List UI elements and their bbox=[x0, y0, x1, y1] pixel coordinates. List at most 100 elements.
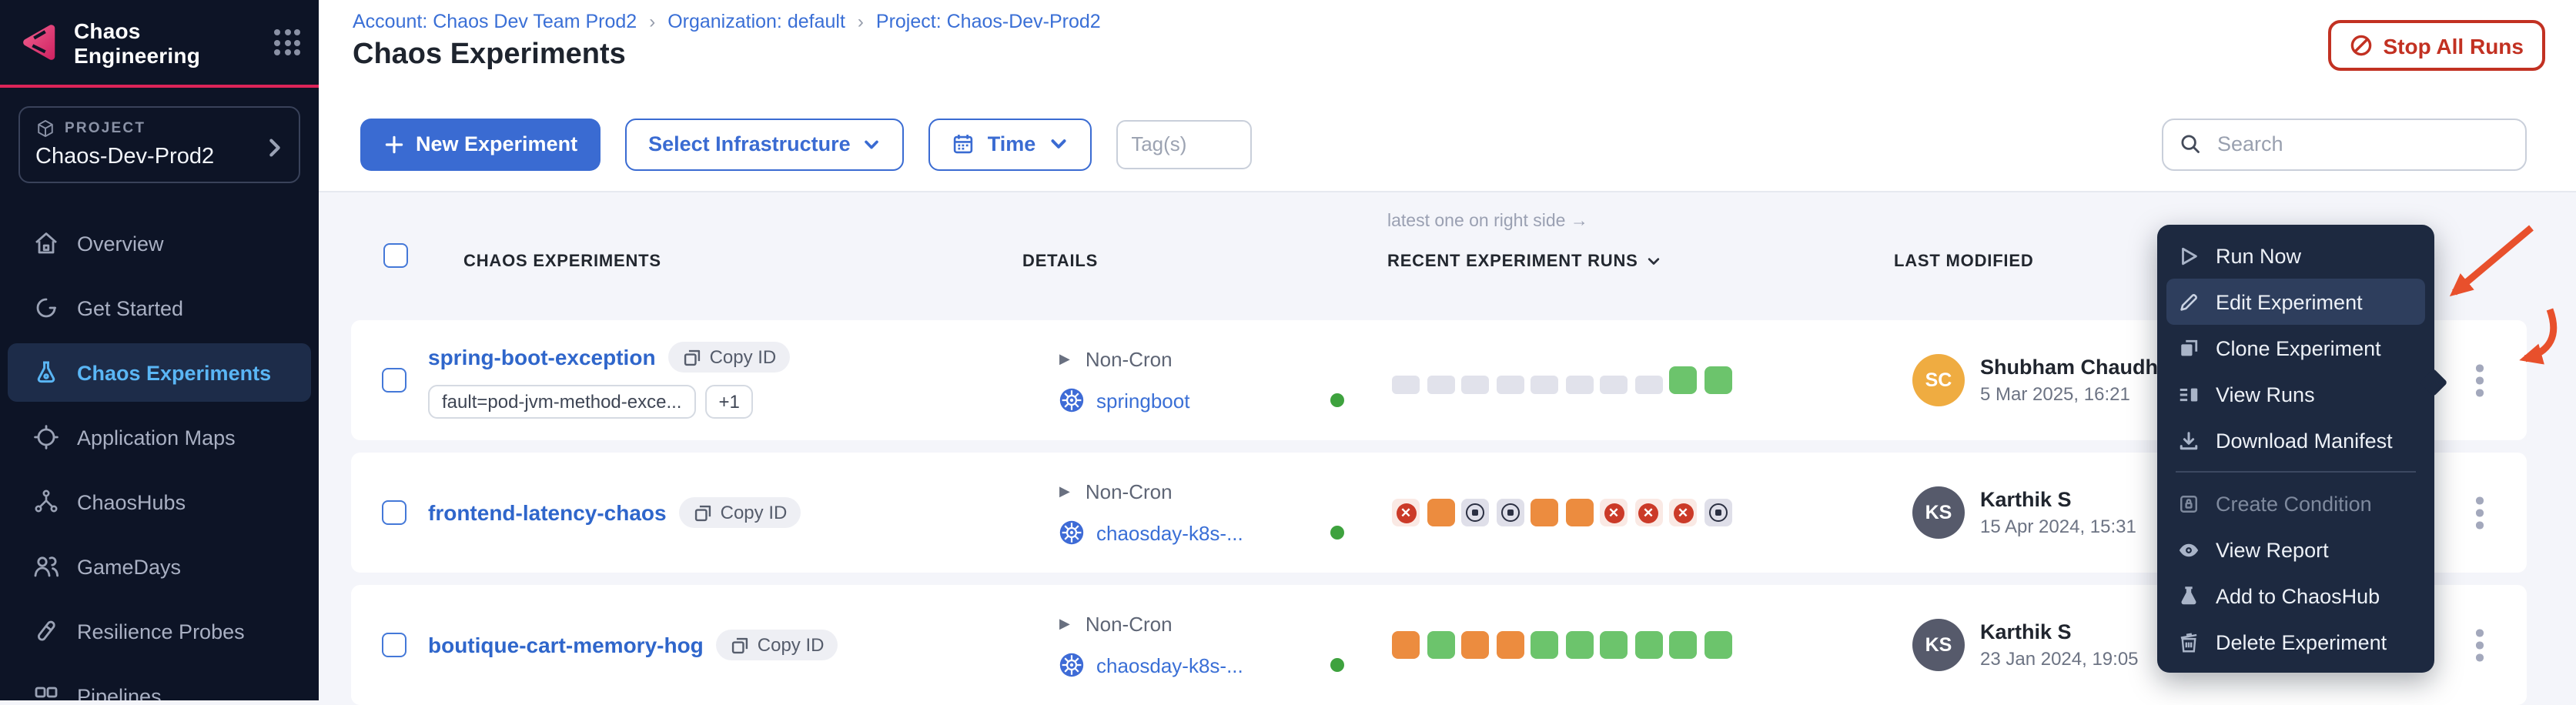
sidebar-nav: Overview Get Started Chaos Experiments Appl… bbox=[0, 214, 319, 700]
select-infrastructure-dropdown[interactable]: Select Infrastructure bbox=[625, 118, 905, 170]
experiment-name-link[interactable]: boutique-cart-memory-hog bbox=[428, 633, 704, 657]
run-tile-stopped[interactable] bbox=[1461, 499, 1489, 526]
modified-date: 15 Apr 2024, 15:31 bbox=[1980, 516, 2136, 537]
menu-item-run-now[interactable]: Run Now bbox=[2157, 232, 2434, 279]
run-tile-passed[interactable] bbox=[1565, 631, 1593, 659]
select-all-checkbox[interactable] bbox=[383, 243, 408, 268]
run-tile-empty[interactable] bbox=[1634, 376, 1662, 394]
menu-item-view-report[interactable]: View Report bbox=[2157, 526, 2434, 573]
get-started-icon bbox=[32, 294, 60, 322]
infra-connected-dot bbox=[1330, 526, 1344, 540]
sidebar-item-resilience-probes[interactable]: Resilience Probes bbox=[8, 602, 311, 660]
sidebar-item-gamedays[interactable]: GameDays bbox=[8, 537, 311, 596]
play-icon bbox=[2176, 244, 2200, 267]
breadcrumb-link[interactable]: Account: Chaos Dev Team Prod2 bbox=[353, 11, 637, 32]
run-tile-passed[interactable] bbox=[1634, 631, 1662, 659]
infrastructure-link[interactable]: chaosday-k8s-... bbox=[1096, 521, 1243, 544]
breadcrumb-link[interactable]: Organization: default bbox=[667, 11, 845, 32]
project-name: Chaos-Dev-Prod2 bbox=[35, 145, 283, 169]
run-tile-passed[interactable] bbox=[1427, 631, 1454, 659]
menu-item-view-runs[interactable]: View Runs bbox=[2157, 371, 2434, 417]
toolbar: New Experiment Select Infrastructure Tim… bbox=[319, 97, 2576, 192]
network-icon bbox=[32, 488, 60, 516]
run-tile-passed[interactable] bbox=[1669, 631, 1697, 659]
infrastructure-link[interactable]: springboot bbox=[1096, 389, 1189, 412]
time-filter-dropdown[interactable]: Time bbox=[929, 118, 1092, 170]
run-tile-orange[interactable] bbox=[1496, 631, 1524, 659]
experiment-name-link[interactable]: spring-boot-exception bbox=[428, 345, 656, 369]
run-tile-failed[interactable]: ✕ bbox=[1669, 499, 1697, 526]
sidebar-item-chaos-experiments[interactable]: Chaos Experiments bbox=[8, 343, 311, 402]
row-kebab-menu-button[interactable] bbox=[2467, 620, 2492, 670]
row-checkbox[interactable] bbox=[382, 368, 406, 393]
run-tile-orange[interactable] bbox=[1461, 631, 1489, 659]
search-input[interactable] bbox=[2214, 131, 2510, 157]
menu-item-edit-experiment[interactable]: Edit Experiment bbox=[2166, 279, 2425, 325]
copy-icon bbox=[682, 347, 702, 367]
tags-input[interactable] bbox=[1116, 119, 1251, 169]
menu-item-label: Download Manifest bbox=[2216, 429, 2393, 452]
project-label: PROJECT bbox=[35, 119, 283, 139]
run-tile-passed[interactable] bbox=[1600, 631, 1628, 659]
run-tile-passed[interactable] bbox=[1669, 366, 1697, 394]
run-tile-empty[interactable] bbox=[1427, 376, 1454, 394]
breadcrumb-link[interactable]: Project: Chaos-Dev-Prod2 bbox=[876, 11, 1101, 32]
run-tile-stopped[interactable] bbox=[1496, 499, 1524, 526]
row-checkbox[interactable] bbox=[382, 500, 406, 525]
failed-x-icon: ✕ bbox=[1673, 503, 1693, 523]
new-experiment-button[interactable]: New Experiment bbox=[360, 118, 601, 170]
sidebar-item-get-started[interactable]: Get Started bbox=[8, 279, 311, 337]
run-tile-orange[interactable] bbox=[1565, 499, 1593, 526]
run-tile-stopped[interactable] bbox=[1704, 499, 1731, 526]
menu-item-delete-experiment[interactable]: Delete Experiment bbox=[2157, 619, 2434, 665]
menu-item-label: Run Now bbox=[2216, 244, 2301, 267]
failed-x-icon: ✕ bbox=[1638, 503, 1658, 523]
infrastructure-link[interactable]: chaosday-k8s-... bbox=[1096, 653, 1243, 677]
last-modified-cell: SCShubham Chaudhary5 Mar 2025, 16:21 bbox=[1912, 354, 2190, 406]
run-tile-failed[interactable]: ✕ bbox=[1634, 499, 1662, 526]
copy-id-button[interactable]: Copy ID bbox=[679, 497, 801, 528]
run-tile-orange[interactable] bbox=[1392, 631, 1420, 659]
row-kebab-menu-button[interactable] bbox=[2467, 356, 2492, 406]
details-cell: ▶Non-Cron springboot bbox=[1059, 348, 1361, 413]
target-icon bbox=[32, 423, 60, 451]
run-tile-orange[interactable] bbox=[1531, 499, 1558, 526]
details-cell: ▶Non-Cronchaosday-k8s-... bbox=[1059, 613, 1361, 677]
schedule-row: ▶Non-Cron bbox=[1059, 348, 1361, 371]
run-tile-passed[interactable] bbox=[1704, 631, 1731, 659]
row-kebab-menu-button[interactable] bbox=[2467, 488, 2492, 538]
run-tile-failed[interactable]: ✕ bbox=[1600, 499, 1628, 526]
run-tile-passed[interactable] bbox=[1531, 631, 1558, 659]
sidebar-item-label: Resilience Probes bbox=[77, 620, 245, 643]
modified-date: 23 Jan 2024, 19:05 bbox=[1980, 648, 2139, 670]
stop-all-runs-button[interactable]: Stop All Runs bbox=[2327, 20, 2545, 71]
run-tile-orange[interactable] bbox=[1427, 499, 1454, 526]
sidebar-item-overview[interactable]: Overview bbox=[8, 214, 311, 272]
copy-id-button[interactable]: Copy ID bbox=[716, 630, 838, 660]
run-tile-empty[interactable] bbox=[1531, 376, 1558, 394]
run-tile-failed[interactable]: ✕ bbox=[1392, 499, 1420, 526]
run-tile-empty[interactable] bbox=[1496, 376, 1524, 394]
run-tile-empty[interactable] bbox=[1600, 376, 1628, 394]
hub-flask-icon bbox=[2176, 584, 2200, 607]
project-selector[interactable]: PROJECT Chaos-Dev-Prod2 bbox=[18, 106, 300, 183]
sidebar-item-label: Application Maps bbox=[77, 426, 236, 449]
menu-item-clone-experiment[interactable]: Clone Experiment bbox=[2157, 325, 2434, 371]
run-tile-empty[interactable] bbox=[1565, 376, 1593, 394]
menu-item-download-manifest[interactable]: Download Manifest bbox=[2157, 417, 2434, 463]
module-grid-icon[interactable] bbox=[274, 29, 300, 55]
menu-item-add-to-chaoshub[interactable]: Add to ChaosHub bbox=[2157, 573, 2434, 619]
sidebar-item-pipelines[interactable]: Pipelines bbox=[8, 667, 311, 700]
row-checkbox[interactable] bbox=[382, 633, 406, 657]
run-tile-passed[interactable] bbox=[1704, 366, 1731, 394]
run-tile-empty[interactable] bbox=[1392, 376, 1420, 394]
experiment-name-link[interactable]: frontend-latency-chaos bbox=[428, 500, 667, 525]
menu-item-label: Create Condition bbox=[2216, 492, 2372, 515]
column-header-recent-runs[interactable]: RECENT EXPERIMENT RUNS bbox=[1387, 252, 1661, 271]
run-tile-empty[interactable] bbox=[1461, 376, 1489, 394]
sidebar-item-chaoshubs[interactable]: ChaosHubs bbox=[8, 473, 311, 531]
copy-id-button[interactable]: Copy ID bbox=[668, 342, 791, 373]
schedule-row: ▶Non-Cron bbox=[1059, 480, 1361, 503]
harness-chaos-logo-icon bbox=[18, 22, 60, 63]
sidebar-item-application-maps[interactable]: Application Maps bbox=[8, 408, 311, 466]
